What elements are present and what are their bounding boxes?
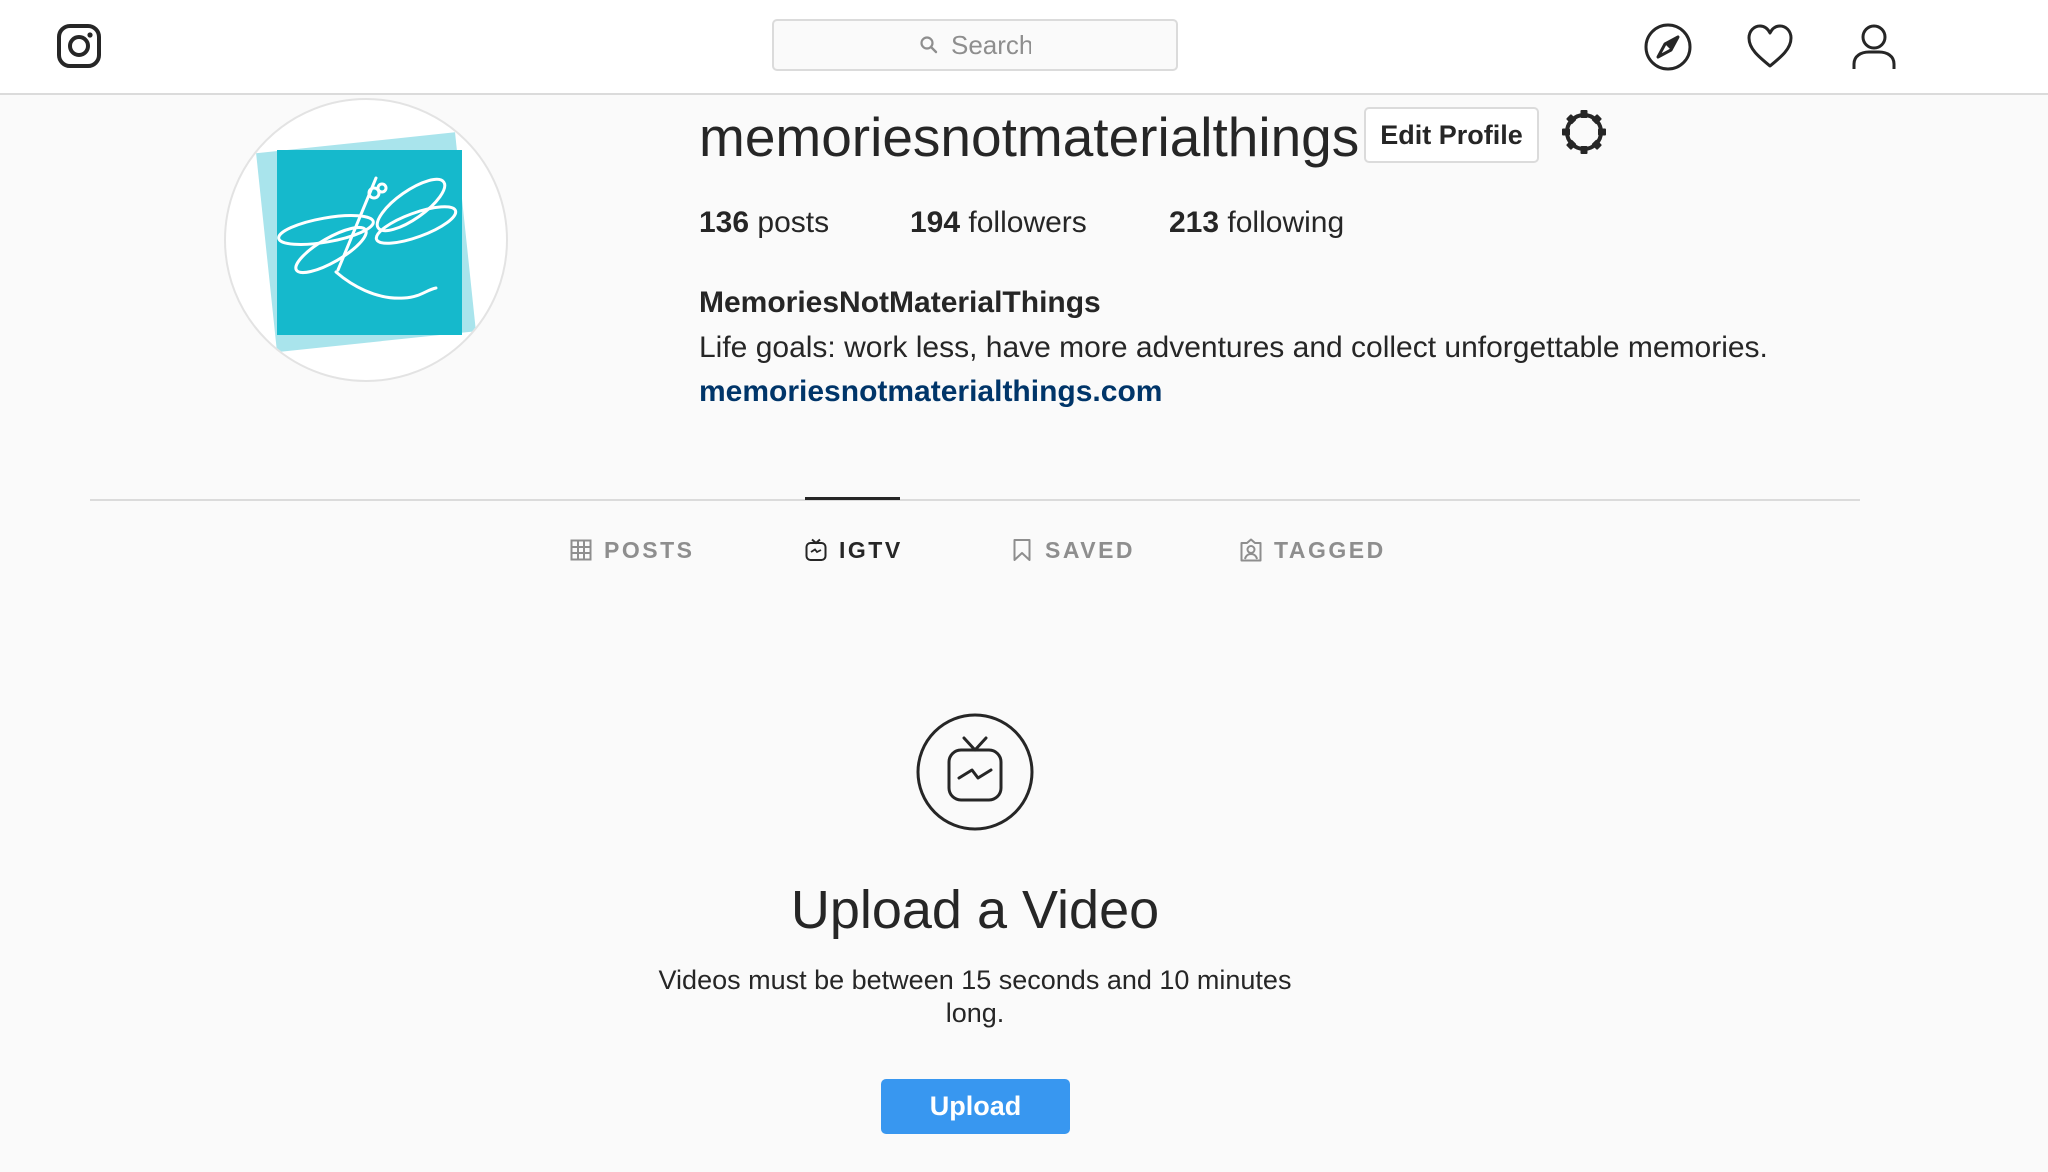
grid-icon [570,539,592,561]
tab-tagged[interactable]: TAGGED [1240,534,1386,566]
following-count: 213 [1169,206,1220,239]
tab-tagged-label: TAGGED [1274,536,1386,563]
search-icon [920,36,938,54]
dragonfly-logo [256,132,476,353]
user-profile-icon[interactable] [1849,22,1899,72]
top-navigation-bar [0,0,2048,95]
followers-label: followers [968,206,1087,239]
heart-activity-icon[interactable] [1745,22,1795,72]
following-label: following [1227,206,1345,239]
stat-posts: 136 posts [699,206,829,240]
followers-count: 194 [910,206,961,239]
tab-saved-label: SAVED [1045,536,1136,563]
posts-label: posts [757,206,830,239]
edit-profile-button[interactable]: Edit Profile [1364,107,1539,163]
active-tab-indicator [805,497,900,500]
empty-state-title: Upload a Video [790,880,1160,940]
bookmark-icon [1013,539,1031,561]
instagram-logo-icon[interactable] [55,22,103,70]
tab-saved[interactable]: SAVED [1011,534,1135,566]
empty-state-text: Videos must be between 15 seconds and 10… [658,965,1292,1028]
profile-bio: Life goals: work less, have more adventu… [699,331,1768,364]
profile-username: memoriesnotmaterialthings [699,106,1360,168]
compass-explore-icon[interactable] [1643,22,1693,72]
profile-full-name: MemoriesNotMaterialThings [699,286,1101,319]
tab-posts-label: POSTS [604,536,695,563]
tab-igtv[interactable]: IGTV [805,534,903,566]
search-input[interactable] [951,29,1031,61]
stat-following[interactable]: 213 following [1169,206,1344,240]
profile-avatar[interactable] [224,98,508,382]
search-box[interactable] [772,19,1178,71]
upload-button[interactable]: Upload [881,1079,1070,1134]
tab-igtv-label: IGTV [839,536,903,563]
tagged-person-icon [1240,538,1262,562]
stat-followers[interactable]: 194 followers [910,206,1087,240]
igtv-icon [805,538,827,561]
tab-posts[interactable]: POSTS [570,534,694,566]
igtv-icon [916,713,1034,831]
tabs-divider [90,499,1860,501]
posts-count: 136 [699,206,750,239]
profile-website-link[interactable]: memoriesnotmaterialthings.com [699,375,1162,409]
gear-icon[interactable] [1560,108,1608,156]
